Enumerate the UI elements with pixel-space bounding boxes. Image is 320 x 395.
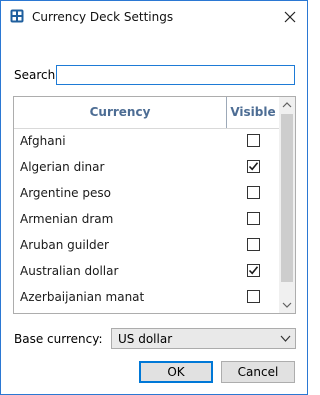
title-bar[interactable]: Currency Deck Settings — [1, 1, 307, 33]
table-row[interactable]: Argentine peso — [14, 180, 279, 206]
base-currency-label: Base currency: — [14, 332, 103, 346]
currency-name: Argentine peso — [20, 186, 111, 200]
vertical-scrollbar[interactable] — [279, 97, 295, 313]
table-row[interactable]: Algerian dinar — [14, 154, 279, 180]
table-row[interactable]: Azerbaijanian manat — [14, 284, 279, 310]
currency-name: Aruban guilder — [20, 238, 109, 252]
table-row[interactable]: Australian dollar — [14, 258, 279, 284]
table-row[interactable]: Aruban guilder — [14, 232, 279, 258]
table-row[interactable]: Armenian dram — [14, 206, 279, 232]
scroll-down-icon[interactable] — [279, 297, 295, 313]
checkmark-icon — [248, 162, 259, 171]
chevron-down-icon[interactable] — [277, 330, 294, 347]
column-header-currency[interactable]: Currency — [14, 97, 227, 128]
currency-name: Armenian dram — [20, 212, 114, 226]
calculator-grid-icon — [10, 9, 24, 23]
base-currency-value: US dollar — [118, 332, 173, 346]
settings-dialog: Currency Deck Settings Search Currency V… — [0, 0, 308, 395]
column-header-visible[interactable]: Visible — [227, 97, 279, 128]
checkmark-icon — [248, 266, 259, 275]
visible-checkbox[interactable] — [247, 134, 260, 147]
grid-header: Currency Visible — [14, 97, 279, 129]
visible-checkbox[interactable] — [247, 238, 260, 251]
currency-grid: Currency Visible Afghani Algerian dinar … — [13, 96, 296, 314]
currency-name: Azerbaijanian manat — [20, 290, 145, 304]
visible-checkbox[interactable] — [247, 290, 260, 303]
close-icon — [284, 11, 296, 23]
visible-checkbox[interactable] — [247, 160, 260, 173]
window-title: Currency Deck Settings — [32, 10, 174, 24]
currency-name: Algerian dinar — [20, 160, 105, 174]
table-row[interactable]: Afghani — [14, 128, 279, 154]
search-label: Search — [14, 68, 56, 82]
close-button[interactable] — [277, 4, 303, 30]
search-input[interactable] — [56, 65, 295, 85]
currency-name: Afghani — [20, 134, 66, 148]
cancel-button[interactable]: Cancel — [221, 361, 295, 383]
visible-checkbox[interactable] — [247, 186, 260, 199]
visible-checkbox[interactable] — [247, 212, 260, 225]
currency-name: Australian dollar — [20, 264, 119, 278]
grid-rows: Afghani Algerian dinar Argentine peso Ar… — [14, 128, 279, 310]
scroll-up-icon[interactable] — [279, 97, 295, 113]
visible-checkbox[interactable] — [247, 264, 260, 277]
ok-button[interactable]: OK — [139, 361, 213, 383]
scroll-thumb[interactable] — [281, 114, 293, 282]
base-currency-select[interactable]: US dollar — [111, 328, 296, 349]
